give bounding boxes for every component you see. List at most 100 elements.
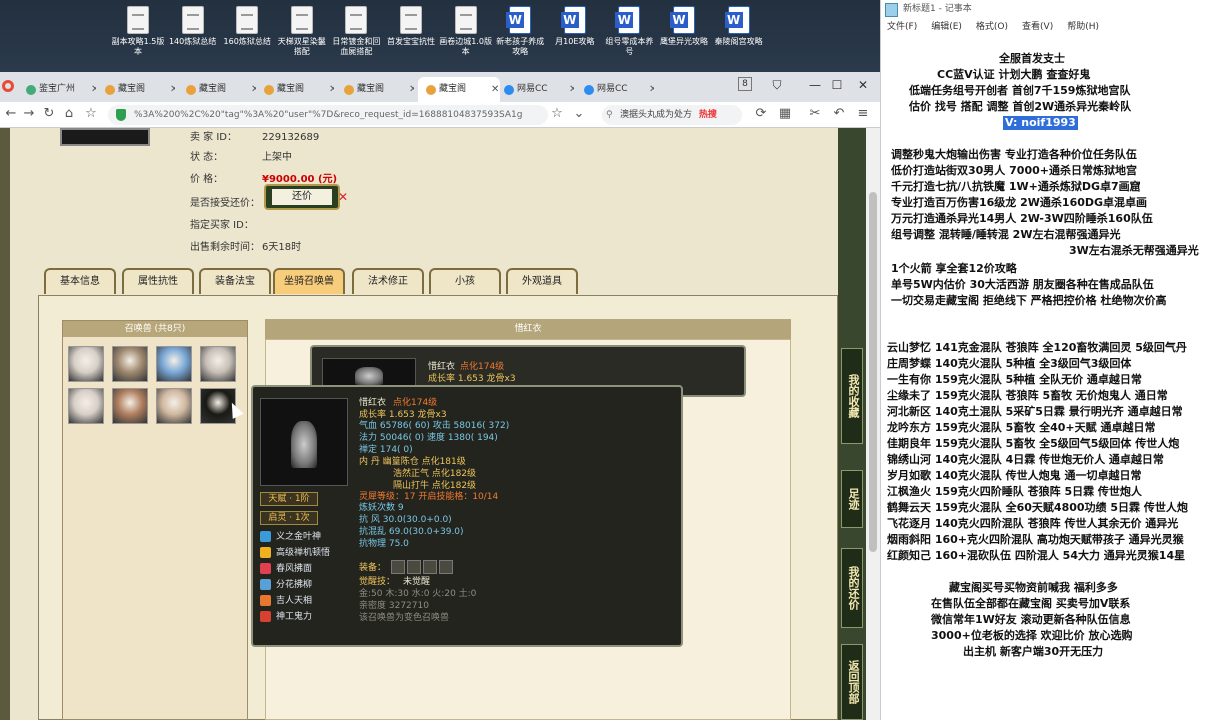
browser-tab[interactable]: 网易CC ✕: [576, 77, 654, 102]
notepad-menu-item[interactable]: 编辑(E): [931, 22, 962, 32]
side-button[interactable]: 返回顶部: [841, 644, 863, 720]
tshirt-icon[interactable]: ⛉: [766, 74, 788, 96]
browser-tab[interactable]: 藏宝阁 ✕: [178, 77, 256, 102]
pet-thumbnail[interactable]: [68, 346, 104, 382]
notepad-text-area[interactable]: 全服首发支士 CC蓝V认证 计划大鹏 查查好鬼 低端任务组号开创者 首创7千159炼…: [881, 36, 1206, 720]
desktop-icon[interactable]: 新老孩子养成攻略: [493, 6, 547, 57]
pet-skill[interactable]: 神工鬼力: [260, 611, 312, 623]
extension-icon[interactable]: ⟳: [752, 105, 770, 123]
detail-tab[interactable]: 小孩: [429, 268, 501, 294]
close-icon[interactable]: ✕: [338, 190, 348, 204]
desktop-icon[interactable]: 秦陵阁宫攻略: [712, 6, 766, 47]
desktop-icon[interactable]: 副本攻略1.5版本: [111, 6, 165, 57]
tab-close-icon[interactable]: ✕: [91, 77, 96, 102]
pet-thumbnail[interactable]: [200, 346, 236, 382]
pet-thumbnail[interactable]: [112, 388, 148, 424]
desktop-icon-label: 鹰堡异光攻略: [660, 37, 708, 46]
side-button[interactable]: 足迹: [841, 470, 863, 528]
notepad-line: 云山梦忆 141克金混队 苍狼阵 全120畜牧满回灵 5级回气丹: [887, 341, 1187, 354]
word-file-icon: [506, 6, 532, 34]
detail-tab[interactable]: 外观道具: [506, 268, 578, 294]
pet-skill[interactable]: 分花拂柳: [260, 579, 312, 591]
detail-tab[interactable]: 属性抗性: [122, 268, 194, 294]
notepad-line: 调整秒鬼大炮输出伤害 专业打造各种价位任务队伍: [891, 148, 1137, 161]
detail-tab[interactable]: 基本信息: [44, 268, 116, 294]
detail-tab[interactable]: 坐骑召唤兽: [273, 268, 345, 294]
bookmark-star-icon[interactable]: ☆: [82, 105, 100, 123]
scissors-icon[interactable]: ✂: [806, 105, 824, 123]
pet-skill[interactable]: 义之金叶神: [260, 531, 321, 543]
pet-inner-core-2: 浩然正气 点化182级: [393, 469, 477, 479]
desktop-icon[interactable]: 组号零成本养号: [602, 6, 656, 57]
notepad-menu-item[interactable]: 文件(F): [887, 22, 917, 32]
browser-tab-label: 鉴宝广州: [39, 84, 76, 94]
desktop-icon[interactable]: 160炼狱总结: [220, 6, 274, 47]
minimize-icon[interactable]: —: [804, 74, 826, 96]
notepad-line: 低价打造站街双30男人 7000+通杀日常炼狱地宫: [891, 164, 1137, 177]
browser-tab[interactable]: 藏宝阁 ✕: [418, 77, 500, 102]
notepad-menu-item[interactable]: 查看(V): [1022, 22, 1053, 32]
maximize-icon[interactable]: ☐: [826, 74, 848, 96]
skill-icon: [260, 595, 271, 606]
browser-tab[interactable]: 网易CC ✕: [496, 77, 574, 102]
browser-logo-icon[interactable]: [2, 80, 14, 92]
pet-skill[interactable]: 高级禅机顿悟: [260, 547, 330, 559]
side-button[interactable]: 我的收藏: [841, 348, 863, 444]
pet-skill[interactable]: 吉人天相: [260, 595, 312, 607]
pet-skill[interactable]: 春风拂面: [260, 563, 312, 575]
detail-tab[interactable]: 装备法宝: [199, 268, 271, 294]
desktop-icon[interactable]: 画卷边城1.0版本: [439, 6, 493, 57]
notepad-menu-item[interactable]: 格式(O): [976, 22, 1008, 32]
pet-inner-core-3: 隔山打牛 点化182级: [393, 481, 477, 491]
notepad-line: 鹤舞云天 159克火混队 全60天赋4800功绩 5日霖 传世人炮: [887, 501, 1188, 514]
forward-icon[interactable]: →: [20, 105, 38, 123]
detail-tab[interactable]: 法术修正: [352, 268, 424, 294]
equip-slot[interactable]: [439, 560, 453, 574]
favorite-star-icon[interactable]: ☆: [548, 105, 566, 123]
page-scrollbar[interactable]: [866, 128, 880, 720]
undo-icon[interactable]: ↶: [830, 105, 848, 123]
desktop-icon-label: 秦陵阁宫攻略: [714, 37, 763, 46]
seller-id-row: 卖 家 ID： 229132689: [190, 132, 320, 143]
notepad-title: 新标题1 - 记事本: [881, 0, 1206, 18]
hot-search-badge[interactable]: 热搜: [699, 110, 717, 120]
equip-slot[interactable]: [391, 560, 405, 574]
dropdown-icon[interactable]: ⌄: [570, 105, 588, 123]
pet-thumbnail[interactable]: [68, 388, 104, 424]
reload-icon[interactable]: ↻: [40, 105, 58, 123]
desktop-icon[interactable]: 天梯双星染鬣搭配: [275, 6, 329, 57]
url-input[interactable]: %3A%200%2C%20"tag"%3A%20"user"%7D&reco_r…: [108, 105, 548, 125]
skill-icon: [260, 611, 271, 622]
pet-thumbnail[interactable]: [112, 346, 148, 382]
menu-icon[interactable]: ≡: [854, 105, 872, 123]
skill-icon: [260, 579, 271, 590]
tab-close-icon[interactable]: ✕: [569, 77, 574, 102]
close-window-icon[interactable]: ✕: [852, 74, 874, 96]
counter-offer-button[interactable]: 还价 ✕: [264, 184, 348, 210]
home-icon[interactable]: ⌂: [60, 105, 78, 123]
desktop-icon[interactable]: 月10E攻略: [548, 6, 602, 47]
desktop-icon[interactable]: 日常镀金和回血屍搭配: [329, 6, 383, 57]
side-button[interactable]: 我的还价: [841, 548, 863, 628]
search-box[interactable]: ⚲ 澳据头丸成为处方 热搜: [602, 105, 742, 125]
desktop-icon[interactable]: 首发宝宝抗性: [384, 6, 438, 47]
tab-close-icon[interactable]: ✕: [409, 77, 414, 102]
browser-tab[interactable]: 藏宝阁 ✕: [336, 77, 414, 102]
tab-close-icon[interactable]: ✕: [170, 77, 175, 102]
notepad-menu-item[interactable]: 帮助(H): [1067, 22, 1099, 32]
browser-tab[interactable]: 鉴宝广州 ✕: [18, 77, 96, 102]
tab-close-icon[interactable]: ✕: [649, 77, 654, 102]
equip-slot[interactable]: [407, 560, 421, 574]
tab-count-badge[interactable]: 8: [738, 77, 752, 91]
grid-icon[interactable]: ▦: [776, 105, 794, 123]
equip-slot[interactable]: [423, 560, 437, 574]
browser-tab[interactable]: 藏宝阁 ✕: [256, 77, 334, 102]
pet-thumbnail[interactable]: [156, 388, 192, 424]
tab-close-icon[interactable]: ✕: [329, 77, 334, 102]
desktop-icon[interactable]: 140炼狱总结: [166, 6, 220, 47]
scrollbar-thumb[interactable]: [869, 192, 877, 552]
pet-thumbnail[interactable]: [156, 346, 192, 382]
browser-tab[interactable]: 藏宝阁 ✕: [97, 77, 175, 102]
back-icon[interactable]: ←: [2, 105, 20, 123]
desktop-icon[interactable]: 鹰堡异光攻略: [657, 6, 711, 47]
